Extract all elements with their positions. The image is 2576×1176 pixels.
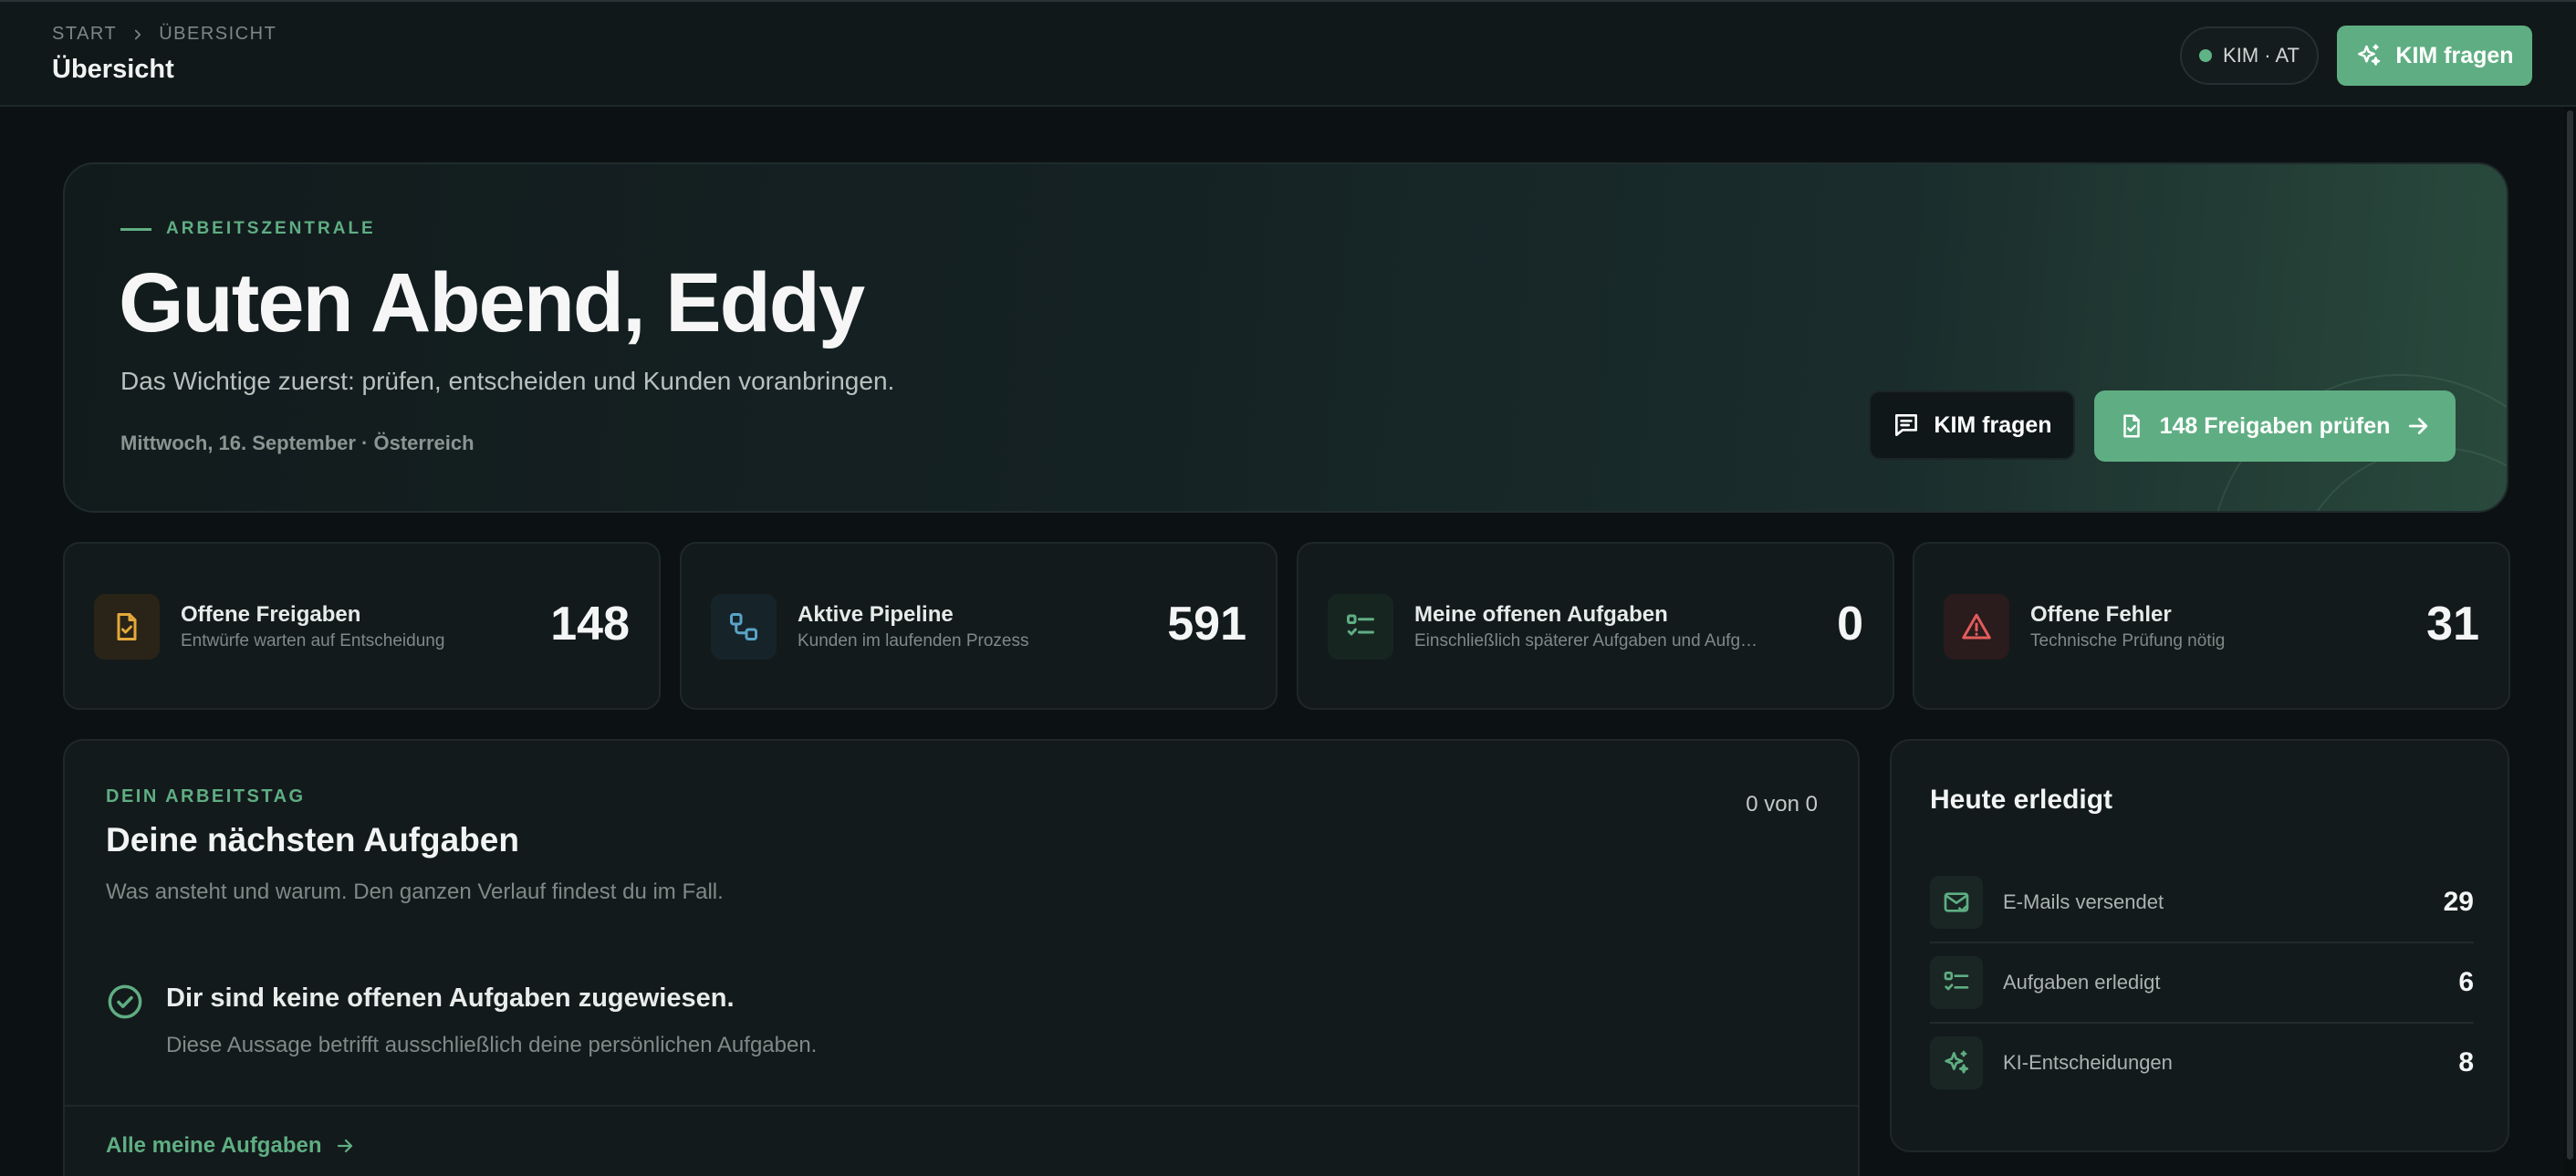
stat-value: 591: [1167, 598, 1246, 650]
hero-date: Mittwoch, 16. September · Österreich: [120, 432, 475, 454]
greeting-heading: Guten Abend, Eddy: [119, 256, 865, 349]
done-row-tasks: Aufgaben erledigt 6: [1930, 943, 2474, 1024]
stat-value: 31: [2426, 598, 2479, 650]
arrow-right-icon: [2409, 418, 2428, 434]
scrollbar[interactable]: [2564, 107, 2576, 1176]
breadcrumb-item-start[interactable]: START: [52, 24, 117, 45]
stat-icon-box: [711, 594, 777, 660]
tasks-kicker: DEIN ARBEITSTAG: [106, 786, 306, 807]
done-label: KI-Entscheidungen: [2003, 1051, 2173, 1074]
done-icon-box: [1930, 876, 1983, 929]
today-done-title: Heute erledigt: [1930, 785, 2113, 815]
stat-description: Kunden im laufenden Prozess: [798, 631, 1029, 650]
stat-label: Aktive Pipeline: [798, 602, 954, 627]
arrow-right-icon: [338, 1139, 353, 1153]
stat-label: Offene Freigaben: [181, 602, 361, 627]
breadcrumb-item-overview: ÜBERSICHT: [159, 24, 277, 44]
stat-description: Technische Prüfung nötig: [2030, 631, 2226, 650]
stat-label: Offene Fehler: [2030, 602, 2172, 627]
stat-card-active-pipeline[interactable]: Aktive Pipeline Kunden im laufenden Proz…: [680, 542, 1278, 710]
empty-state-title: Dir sind keine offenen Aufgaben zugewies…: [166, 983, 735, 1013]
document-check-icon: [117, 613, 137, 640]
page-title: Übersicht: [52, 55, 174, 84]
done-value: 6: [2458, 967, 2474, 997]
tasks-title: Deine nächsten Aufgaben: [106, 821, 519, 859]
check-circle-icon: [108, 984, 142, 1019]
done-icon-box: [1930, 956, 1983, 1009]
ask-kim-button[interactable]: KIM fragen: [2337, 26, 2532, 86]
empty-state-subtitle: Diese Aussage betrifft ausschließlich de…: [166, 1033, 818, 1057]
top-bar: START ÜBERSICHT Übersicht KIM · AT KIM f…: [0, 0, 2576, 107]
hero-panel: ARBEITSZENTRALE Guten Abend, Eddy Das Wi…: [63, 162, 2508, 513]
stat-icon-box: [94, 594, 160, 660]
done-value: 29: [2443, 887, 2474, 917]
sparkles-icon: [2358, 44, 2381, 66]
review-approvals-button[interactable]: 148 Freigaben prüfen: [2094, 390, 2456, 462]
stat-value: 148: [550, 598, 630, 650]
done-row-ai-decisions: KI-Entscheidungen 8: [1930, 1024, 2474, 1104]
stat-card-open-approvals[interactable]: Offene Freigaben Entwürfe warten auf Ent…: [63, 542, 661, 710]
ask-kim-label: KIM fragen: [2395, 42, 2514, 68]
workflow-icon: [730, 613, 757, 640]
next-tasks-card: DEIN ARBEITSTAG Deine nächsten Aufgaben …: [63, 739, 1860, 1176]
stat-card-my-open-tasks[interactable]: Meine offenen Aufgaben Einschließlich sp…: [1297, 542, 1894, 710]
stat-icon-box: [1944, 594, 2009, 660]
message-icon: [1895, 414, 1918, 436]
hero-eyebrow-label: ARBEITSZENTRALE: [166, 219, 376, 238]
checklist-icon: [1347, 614, 1374, 636]
done-label: Aufgaben erledigt: [2003, 971, 2161, 994]
hero-eyebrow: ARBEITSZENTRALE: [120, 219, 376, 239]
stat-description: Einschließlich späterer Aufgaben und Auf…: [1414, 631, 1761, 650]
eyebrow-line: [120, 227, 151, 231]
tasks-subtitle: Was ansteht und warum. Den ganzen Verlau…: [106, 879, 724, 904]
tasks-count: 0 von 0: [1746, 792, 1818, 817]
scrollbar-thumb[interactable]: [2567, 110, 2573, 1160]
hero-subtitle: Das Wichtige zuerst: prüfen, entscheiden…: [120, 367, 895, 395]
today-done-card: Heute erledigt E-Mails versendet 29 Aufg…: [1890, 739, 2509, 1152]
breadcrumb: START ÜBERSICHT: [52, 24, 276, 45]
done-label: E-Mails versendet: [2003, 890, 2164, 913]
hero-ask-kim-label: KIM fragen: [1934, 411, 2052, 438]
region-badge[interactable]: KIM · AT: [2180, 26, 2319, 85]
done-value: 8: [2458, 1047, 2474, 1077]
stat-value: 0: [1837, 598, 1863, 650]
hero-ask-kim-button[interactable]: KIM fragen: [1869, 390, 2075, 460]
stat-icon-box: [1328, 594, 1393, 660]
region-label: KIM · AT: [2223, 44, 2300, 67]
all-tasks-link[interactable]: Alle meine Aufgaben: [106, 1133, 356, 1159]
checklist-icon: [1944, 972, 1969, 991]
status-dot: [2199, 49, 2213, 62]
all-tasks-label: Alle meine Aufgaben: [106, 1133, 322, 1158]
stat-description: Entwürfe warten auf Entscheidung: [181, 631, 445, 650]
done-row-emails: E-Mails versendet 29: [1930, 863, 2474, 943]
sparkles-icon: [1945, 1050, 1969, 1074]
chevron-right-icon: [135, 29, 141, 39]
divider: [65, 1105, 1858, 1107]
stat-label: Meine offenen Aufgaben: [1414, 602, 1668, 627]
stat-card-open-errors[interactable]: Offene Fehler Technische Prüfung nötig 3…: [1913, 542, 2510, 710]
warning-icon: [1962, 613, 1991, 640]
mail-check-icon: [1944, 892, 1969, 912]
done-icon-box: [1930, 1036, 1983, 1089]
review-approvals-label: 148 Freigaben prüfen: [2159, 412, 2391, 439]
document-check-icon: [2122, 414, 2140, 438]
